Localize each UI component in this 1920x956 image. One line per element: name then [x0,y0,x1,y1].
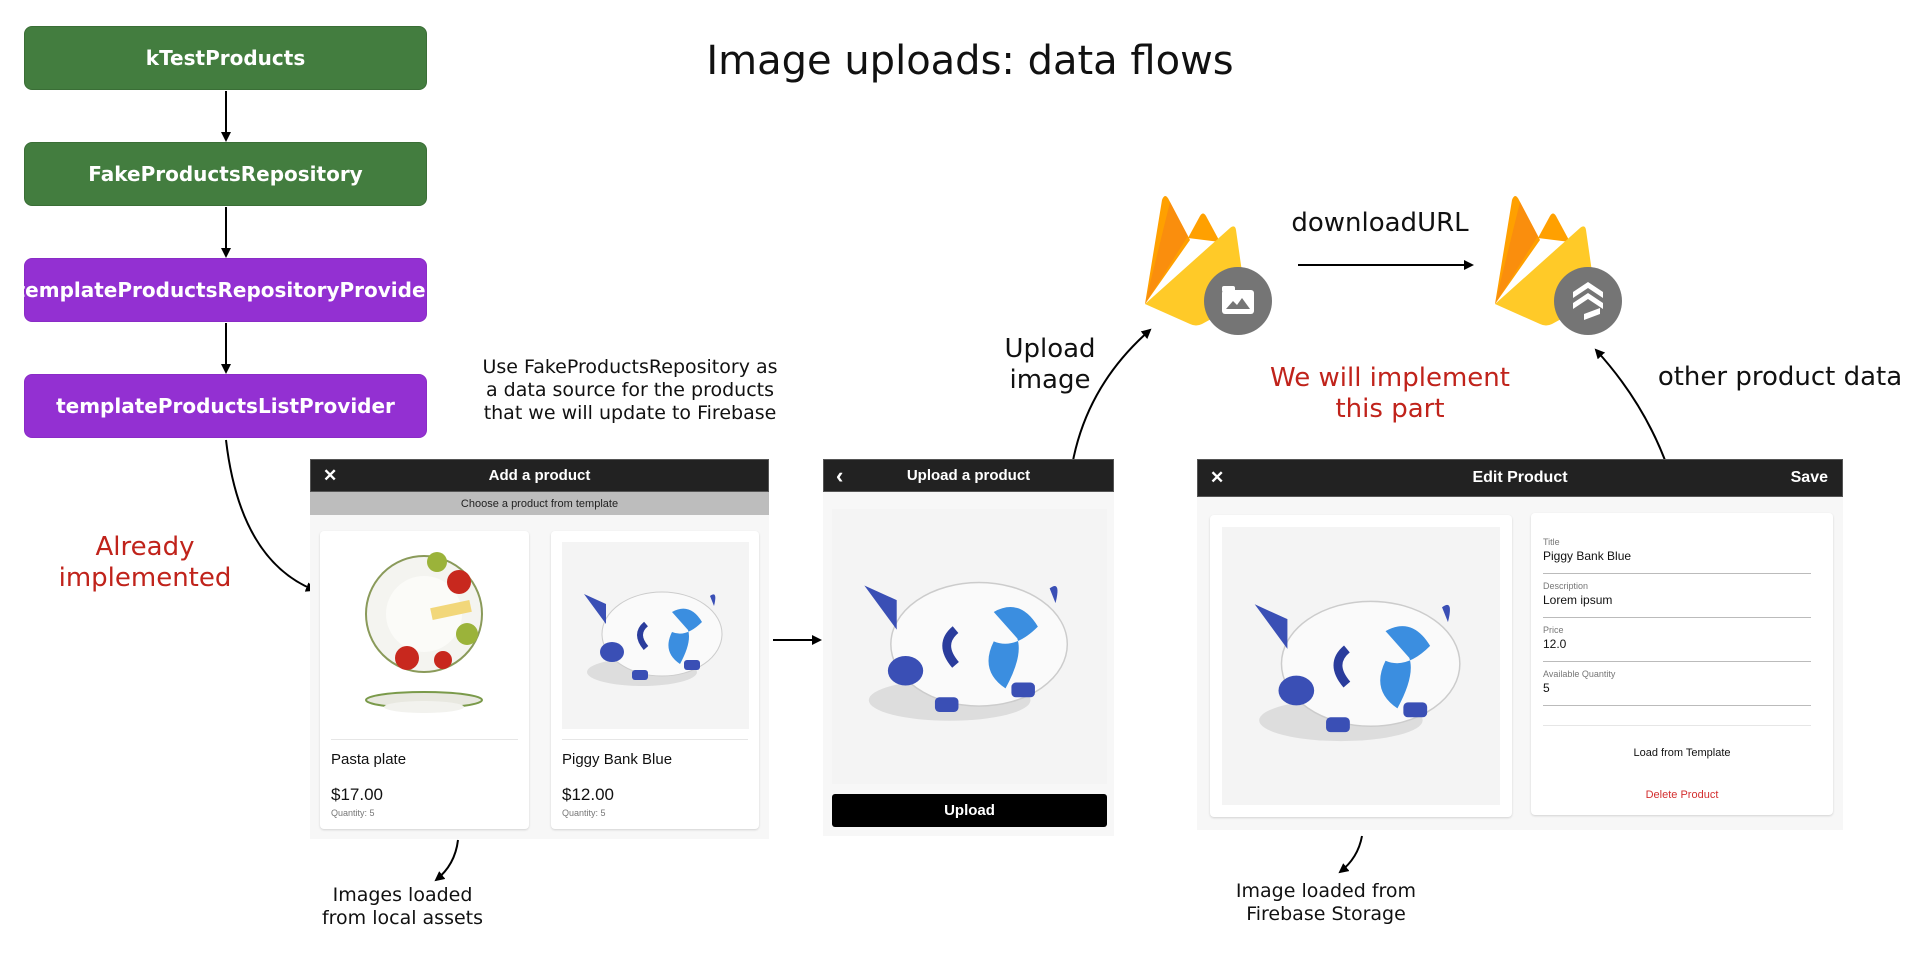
folder-icon [1222,290,1254,314]
piggy-bank-icon [1254,600,1461,742]
add-product-screen: ✕ Add a product Choose a product from te… [310,459,769,839]
note-line: a data source for the products [485,378,774,401]
edit-product-title: Edit Product [1472,469,1568,486]
edit-product-screen: ✕ Edit Product Save Title Piggy Bank Blu… [1197,459,1843,830]
note-use-fake-repository: Use FakeProductsRepository as a data sou… [460,356,800,424]
flow-box-fake-products-repository: FakeProductsRepository [24,142,427,206]
form-divider [1543,725,1811,726]
field-label: Price [1543,625,1564,635]
note-line: Use FakeProductsRepository as [482,356,778,378]
flow-box-template-products-list-provider: templateProductsListProvider [24,374,427,438]
add-product-title: Add a product [488,467,591,484]
upload-product-screen: ‹ Upload a product Upload [823,459,1114,836]
note-we-will-implement: We will implement this part [1240,363,1540,425]
note-download-url: downloadURL [1291,208,1469,238]
note-other-product-data: other product data [1657,362,1903,392]
product-quantity: Quantity: 5 [562,808,606,818]
piggy-bank-icon [864,581,1069,721]
save-button[interactable]: Save [1791,469,1828,487]
field-value: 12.0 [1543,637,1567,651]
edit-form-card: Title Piggy Bank Blue Description Lorem … [1531,513,1833,815]
firebase-flame-icon [1145,196,1272,335]
field-label: Title [1543,537,1560,547]
diagram-title: Image uploads: data flows [706,38,1234,84]
note-line: from local assets [321,906,484,929]
field-label: Description [1543,581,1589,591]
edit-product-appbar: ✕ Edit Product Save [1197,459,1843,497]
card-divider [562,739,748,740]
upload-button[interactable]: Upload [832,794,1107,827]
quantity-field[interactable]: Available Quantity 5 [1543,665,1811,706]
note-line: Images loaded [332,884,473,906]
product-price: $17.00 [331,785,383,804]
firebase-firestore-icon [1480,178,1630,338]
load-from-template-button[interactable]: Load from Template [1531,747,1833,759]
product-title: Piggy Bank Blue [562,751,673,768]
pasta-plate-image [331,542,518,729]
product-title: Pasta plate [331,751,407,768]
add-product-appbar: ✕ Add a product [310,459,769,492]
note-image-firebase-storage: Image loaded from Firebase Storage [1216,880,1436,926]
product-quantity: Quantity: 5 [331,808,375,818]
back-icon[interactable]: ‹ [836,463,843,489]
close-icon[interactable]: ✕ [323,466,337,486]
upload-product-title: Upload a product [906,467,1031,484]
flow-box-template-products-repository-provider: templateProductsRepositoryProvider [16,258,435,322]
firebase-flame-icon [1495,196,1622,335]
note-line: this part [1335,394,1445,425]
edit-product-image[interactable] [1222,527,1500,805]
close-icon[interactable]: ✕ [1210,468,1224,488]
piggy-bank-icon [584,591,723,686]
note-already-implemented: Already implemented [40,532,250,594]
price-field[interactable]: Price 12.0 [1543,621,1811,662]
description-field[interactable]: Description Lorem ipsum [1543,577,1811,618]
note-line: image [1009,365,1091,396]
upload-preview-image [832,509,1107,784]
field-label: Available Quantity [1543,669,1616,679]
flow-box-ktestproducts: kTestProducts [24,26,427,90]
arrow-firebase-storage [1338,835,1363,874]
delete-product-button[interactable]: Delete Product [1531,789,1833,801]
title-field[interactable]: Title Piggy Bank Blue [1543,533,1811,574]
firebase-storage-icon [1130,178,1280,338]
note-images-local-assets: Images loaded from local assets [310,884,495,930]
note-line: implemented [58,563,232,594]
product-price: $12.00 [562,785,614,804]
field-value: Lorem ipsum [1543,593,1613,607]
note-line: Firebase Storage [1246,902,1406,925]
edit-image-card [1210,515,1512,817]
piggy-bank-image [562,542,749,729]
note-line: Already [95,532,195,562]
upload-product-appbar: ‹ Upload a product [823,459,1114,492]
product-card-piggy-bank-blue[interactable]: Piggy Bank Blue $12.00 Quantity: 5 [551,531,759,829]
note-line: Image loaded from [1235,880,1417,902]
product-card-pasta-plate[interactable]: Pasta plate $17.00 Quantity: 5 [320,531,529,829]
note-line: We will implement [1270,363,1510,393]
choose-template-banner: Choose a product from template [310,492,769,515]
note-line: Upload [1004,334,1096,364]
field-value: Piggy Bank Blue [1543,549,1632,563]
field-value: 5 [1543,681,1550,695]
note-upload-image: Upload image [985,334,1115,396]
card-divider [331,739,518,740]
note-line: that we will update to Firebase [483,401,777,424]
arrow-local-assets [434,839,459,882]
plate-icon [365,552,483,713]
